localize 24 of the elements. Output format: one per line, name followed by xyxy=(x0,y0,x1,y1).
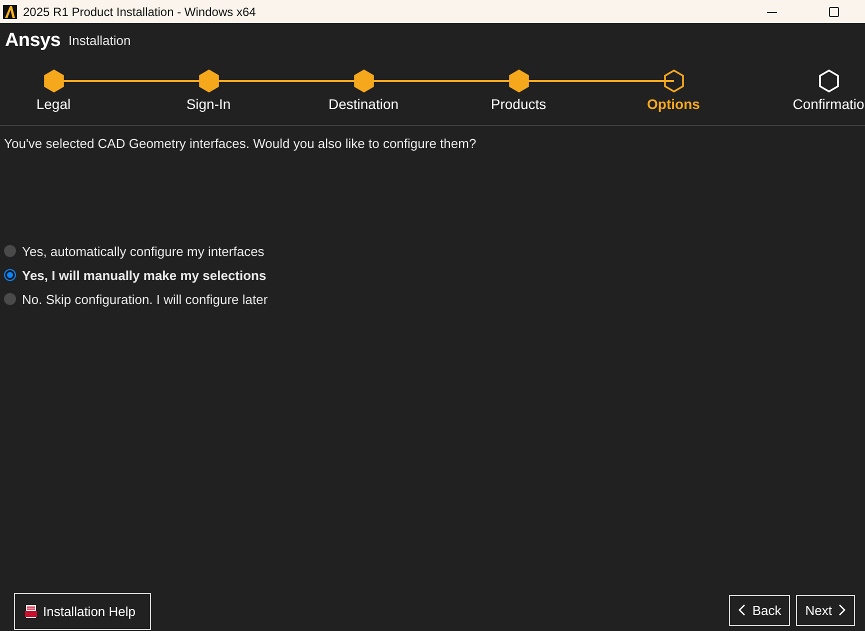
radio-button[interactable] xyxy=(4,293,16,305)
question-text: You've selected CAD Geometry interfaces. Would you also like to configure them? xyxy=(4,136,478,151)
chevron-right-icon xyxy=(838,604,846,616)
app-icon xyxy=(3,4,17,18)
window-title: 2025 R1 Product Installation - Windows x64 xyxy=(23,4,256,18)
step-label: Products xyxy=(490,96,546,112)
step-label: Sign-In xyxy=(186,96,231,112)
step-label: Options xyxy=(647,96,700,112)
maximize-icon[interactable] xyxy=(829,6,839,16)
radio-button[interactable] xyxy=(4,245,16,257)
option-label[interactable]: No. Skip configuration. I will configure later xyxy=(22,292,268,306)
option-label[interactable]: Yes, I will manually make my selections xyxy=(22,268,266,282)
step-label: Legal xyxy=(36,96,71,112)
step-label: Destination xyxy=(328,96,399,112)
pdf-icon xyxy=(25,605,37,618)
radio-button[interactable] xyxy=(4,269,16,281)
chevron-left-icon xyxy=(738,604,746,616)
step-label: Confirmatio xyxy=(792,96,864,112)
back-button[interactable]: Back xyxy=(729,594,790,626)
option-label[interactable]: Yes, automatically configure my interfaces xyxy=(22,244,264,258)
installation-help-button[interactable]: Installation Help xyxy=(14,593,151,630)
header-subtitle: Installation xyxy=(68,33,131,48)
next-button[interactable]: Next xyxy=(796,594,855,626)
brand-logo: Ansys xyxy=(5,30,61,52)
